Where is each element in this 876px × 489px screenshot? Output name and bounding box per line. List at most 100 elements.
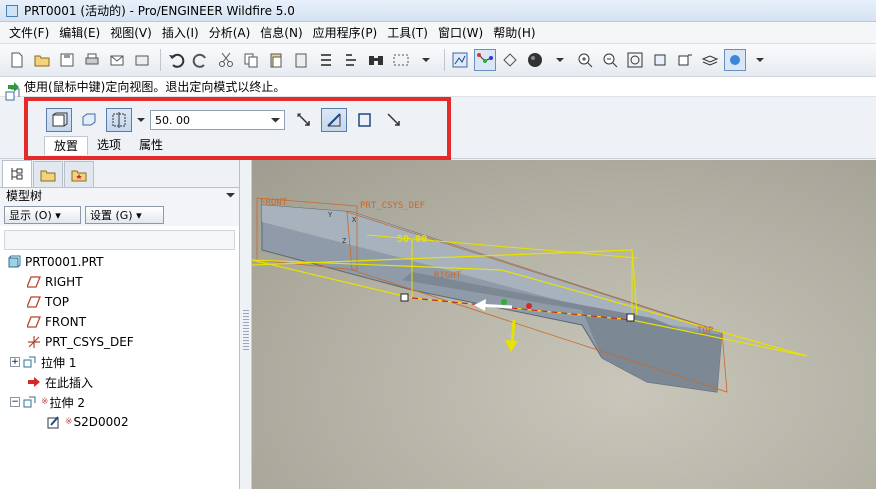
print-icon xyxy=(85,53,99,65)
sphere-icon xyxy=(528,53,542,67)
datum-label-csys: PRT_CSYS_DEF xyxy=(360,201,425,211)
reorient-button[interactable] xyxy=(649,49,671,71)
menu-window[interactable]: 窗口(W) xyxy=(433,23,488,43)
menu-analysis[interactable]: 分析(A) xyxy=(204,23,256,43)
print-button[interactable] xyxy=(81,49,103,71)
tab-favorites[interactable] xyxy=(64,161,94,187)
dashboard-controls: 50. 00 xyxy=(46,108,411,132)
regen-manager-button[interactable] xyxy=(340,49,362,71)
csys-axis-z: Z xyxy=(342,237,346,245)
spin-center-icon xyxy=(503,53,517,67)
depth-value: 50. 00 xyxy=(155,113,190,127)
spin-center-button[interactable] xyxy=(499,49,521,71)
drag-handle-right[interactable] xyxy=(626,313,635,322)
tree-item-part[interactable]: PRT0001.PRT xyxy=(0,252,238,272)
tree-item-right[interactable]: RIGHT xyxy=(0,272,238,292)
redo-button[interactable] xyxy=(190,49,212,71)
select-dropdown-button[interactable] xyxy=(415,49,437,71)
tab-model-tree[interactable] xyxy=(2,160,32,187)
menu-insert[interactable]: 插入(I) xyxy=(157,23,204,43)
model-tree-buttons: 显示 (O) ▾ 设置 (G) ▾ xyxy=(0,204,239,226)
menu-tools[interactable]: 工具(T) xyxy=(382,23,433,43)
thicken-flip-button[interactable] xyxy=(381,108,407,132)
model-tree: PRT0001.PRT RIGHT TOP FRONT PRT_CSYS_DEF… xyxy=(0,252,238,432)
refit-button[interactable] xyxy=(624,49,646,71)
layers-button[interactable] xyxy=(699,49,721,71)
tree-item-top[interactable]: TOP xyxy=(0,292,238,312)
chevron-down-icon[interactable] xyxy=(226,188,235,202)
menu-info[interactable]: 信息(N) xyxy=(255,23,307,43)
send-mail-button[interactable] xyxy=(106,49,128,71)
tree-item-sketch[interactable]: ※ S2D0002 xyxy=(0,412,238,432)
remove-material-icon xyxy=(327,113,341,127)
find-button[interactable] xyxy=(365,49,387,71)
depth-option-dropdown[interactable] xyxy=(136,108,146,132)
tree-item-front[interactable]: FRONT xyxy=(0,312,238,332)
zoom-in-icon xyxy=(578,53,593,68)
model-tree-toggle-icon[interactable] xyxy=(4,86,22,104)
flip-direction-button[interactable] xyxy=(291,108,317,132)
shading-button[interactable] xyxy=(524,49,546,71)
extrude-surface-button[interactable] xyxy=(76,108,102,132)
tab-placement[interactable]: 放置 xyxy=(44,136,89,155)
mail-link-button[interactable] xyxy=(131,49,153,71)
paste-special-icon xyxy=(295,53,307,68)
save-button[interactable] xyxy=(56,49,78,71)
menu-edit[interactable]: 编辑(E) xyxy=(54,23,105,43)
undo-button[interactable] xyxy=(165,49,187,71)
menu-file[interactable]: 文件(F) xyxy=(4,23,54,43)
view-manager-button[interactable] xyxy=(724,49,746,71)
show-dropdown-button[interactable]: 显示 (O) ▾ xyxy=(4,206,81,224)
cut-button[interactable] xyxy=(215,49,237,71)
drag-handle-left[interactable] xyxy=(400,293,409,302)
paste-button[interactable] xyxy=(265,49,287,71)
graphics-viewport[interactable]: FRONT PRT_CSYS_DEF 50.00 RIGHT TOP X Y Z xyxy=(252,160,876,489)
menu-applications[interactable]: 应用程序(P) xyxy=(308,23,383,43)
zoom-out-button[interactable] xyxy=(599,49,621,71)
saved-views-button[interactable] xyxy=(674,49,696,71)
csys-origin-red xyxy=(526,303,532,309)
expand-toggle[interactable]: + xyxy=(10,357,20,367)
remove-material-button[interactable] xyxy=(321,108,347,132)
select-box-button[interactable] xyxy=(390,49,412,71)
shading-dropdown[interactable] xyxy=(549,49,571,71)
panel-splitter[interactable] xyxy=(240,160,252,489)
tab-options[interactable]: 选项 xyxy=(88,136,130,155)
tab-properties[interactable]: 属性 xyxy=(130,136,172,155)
direction-arrowhead-down xyxy=(505,340,518,352)
datum-plane-icon xyxy=(26,314,42,330)
depth-value-input[interactable]: 50. 00 xyxy=(150,110,285,130)
regenerate-button[interactable] xyxy=(315,49,337,71)
model-tree-title: 模型树 xyxy=(6,189,43,203)
paste-icon xyxy=(270,53,282,68)
tree-item-extrude-2[interactable]: − ※ 拉伸 2 xyxy=(0,392,238,412)
datum-plane-icon xyxy=(26,274,42,290)
menu-view[interactable]: 视图(V) xyxy=(105,23,157,43)
datum-display-button[interactable] xyxy=(474,49,496,71)
view-manager-dropdown[interactable] xyxy=(749,49,771,71)
sketch-button[interactable] xyxy=(449,49,471,71)
splitter-grip[interactable] xyxy=(243,310,249,350)
copy-button[interactable] xyxy=(240,49,262,71)
depth-option-button[interactable] xyxy=(106,108,132,132)
toolbar-separator xyxy=(160,49,161,71)
sketch-icon xyxy=(46,414,62,430)
thicken-sketch-button[interactable] xyxy=(351,108,377,132)
tree-item-csys[interactable]: PRT_CSYS_DEF xyxy=(0,332,238,352)
paste-special-button[interactable] xyxy=(290,49,312,71)
reorient-icon xyxy=(654,54,666,66)
open-button[interactable] xyxy=(31,49,53,71)
sketch-icon xyxy=(452,52,468,68)
tree-item-insert-here[interactable]: 在此插入 xyxy=(0,372,238,392)
menu-help[interactable]: 帮助(H) xyxy=(488,23,540,43)
zoom-in-button[interactable] xyxy=(574,49,596,71)
model-tree-filter[interactable] xyxy=(4,230,235,250)
tab-folder-browser[interactable] xyxy=(33,161,63,187)
flip-arrow-icon xyxy=(297,113,310,126)
datum-label-top: TOP xyxy=(697,326,714,336)
tree-item-extrude-1[interactable]: + 拉伸 1 xyxy=(0,352,238,372)
new-file-button[interactable] xyxy=(6,49,28,71)
settings-dropdown-button[interactable]: 设置 (G) ▾ xyxy=(85,206,164,224)
expand-toggle[interactable]: − xyxy=(10,397,20,407)
extrude-solid-button[interactable] xyxy=(46,108,72,132)
